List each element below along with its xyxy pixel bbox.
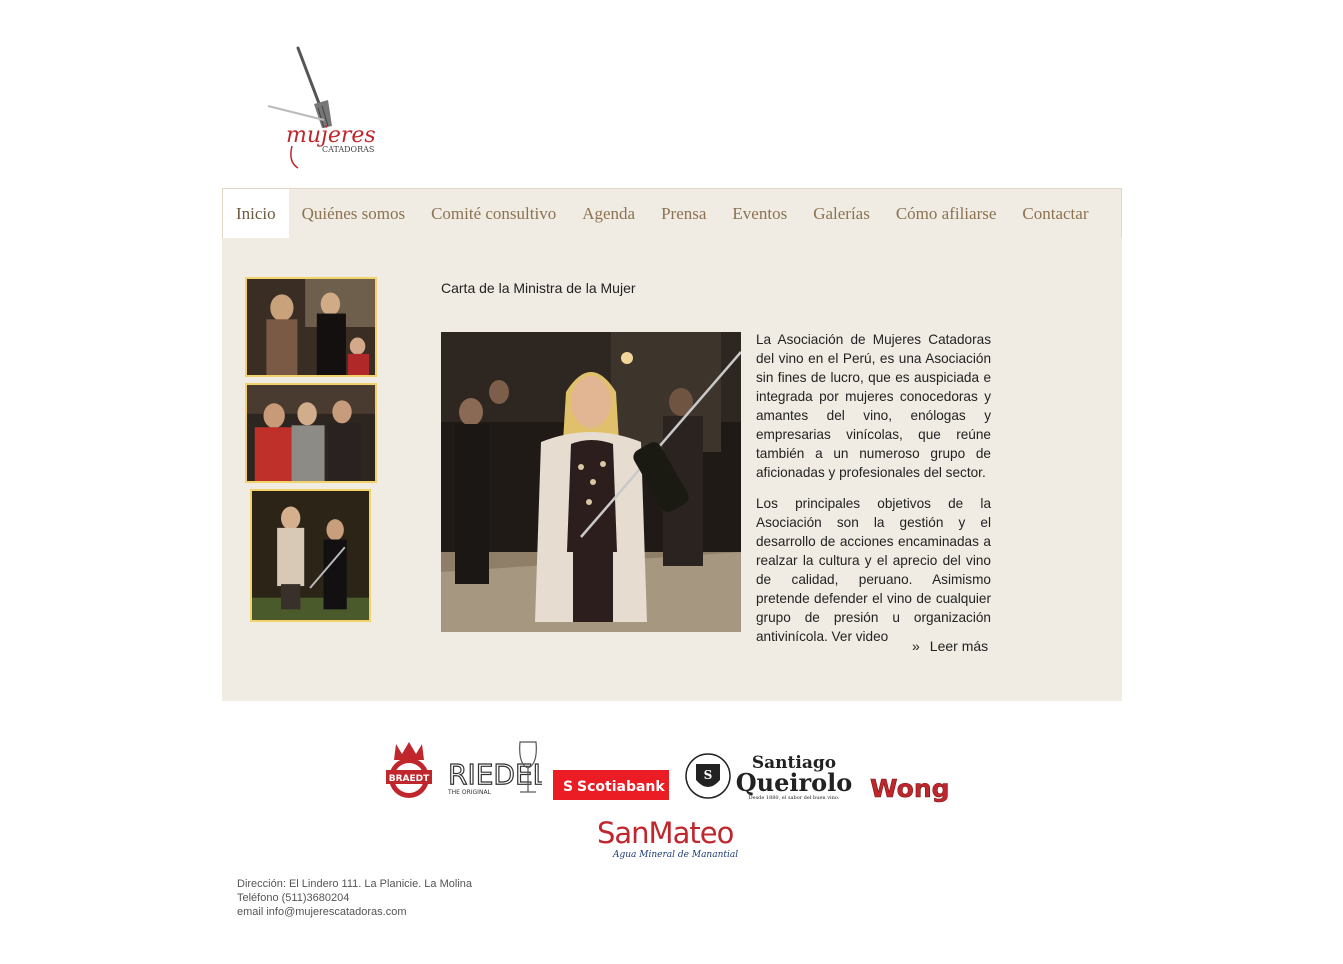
nav-item-prensa[interactable]: Prensa (648, 189, 719, 238)
nav-item-eventos[interactable]: Eventos (719, 189, 800, 238)
wong-logo-icon: Wong (870, 774, 950, 804)
fork-logo-icon: mujeres CATADORAS (267, 46, 376, 169)
scotiabank-logo-icon: S Scotiabank (553, 770, 669, 800)
footer-address: Dirección: El Lindero 111. La Planicie. … (237, 878, 473, 890)
intro-text: La Asociación de Mujeres Catadoras del v… (756, 330, 991, 658)
event-photo-image (252, 491, 369, 620)
news-heading[interactable]: Carta de la Ministra de la Mujer (441, 280, 636, 296)
woman-with-sabre-photo (441, 332, 741, 632)
footer-contact: Dirección: El Lindero 111. La Planicie. … (237, 877, 472, 919)
svg-text:Agua Mineral de Manantial: Agua Mineral de Manantial (612, 850, 738, 860)
svg-text:Queirolo: Queirolo (736, 768, 853, 797)
gallery-thumbnail[interactable] (245, 383, 377, 483)
nav-item-contactar[interactable]: Contactar (1009, 189, 1101, 238)
event-photo-image (247, 385, 375, 481)
svg-text:Desde 1880, el sabor del buen: Desde 1880, el sabor del buen vino. (749, 795, 840, 801)
objectives-paragraph: Los principales objetivos de la Asociaci… (756, 496, 991, 644)
svg-text:BRAEDT: BRAEDT (389, 774, 430, 784)
sponsor-riedel[interactable]: RIEDEL THE ORIGINAL (446, 738, 542, 798)
double-chevron-right-icon: » (912, 638, 920, 654)
intro-paragraph: La Asociación de Mujeres Catadoras del v… (756, 332, 991, 480)
riedel-logo-icon: RIEDEL THE ORIGINAL (447, 741, 542, 796)
nav-item-inicio[interactable]: Inicio (223, 189, 289, 238)
sponsor-san-mateo[interactable]: SanMateo Agua Mineral de Manantial (595, 815, 751, 861)
event-photo-image (247, 279, 375, 375)
svg-text:SanMateo: SanMateo (597, 816, 734, 850)
sponsor-santiago-queirolo[interactable]: S Santiago Queirolo Desde 1880, el sabor… (682, 748, 858, 804)
gallery-thumbnail[interactable] (250, 489, 371, 622)
nav-item-agenda[interactable]: Agenda (569, 189, 648, 238)
svg-text:Scotiabank: Scotiabank (577, 779, 665, 795)
sponsor-wong[interactable]: Wong (868, 772, 964, 804)
sponsor-scotiabank[interactable]: S Scotiabank (553, 770, 669, 800)
svg-text:CATADORAS: CATADORAS (322, 145, 374, 154)
sponsor-braedt[interactable]: BRAEDT (382, 740, 436, 800)
svg-text:THE ORIGINAL: THE ORIGINAL (447, 789, 492, 796)
featured-photo (441, 332, 741, 632)
nav-item-como-afiliarse[interactable]: Cómo afiliarse (883, 189, 1010, 238)
main-nav: Inicio Quiénes somos Comité consultivo A… (222, 188, 1122, 239)
svg-text:S: S (563, 779, 573, 795)
svg-text:S: S (704, 768, 713, 782)
san-mateo-logo-icon: SanMateo Agua Mineral de Manantial (597, 816, 738, 860)
nav-item-galerias[interactable]: Galerías (800, 189, 883, 238)
queirolo-logo-icon: S Santiago Queirolo Desde 1880, el sabor… (685, 753, 853, 801)
gallery-thumbnail[interactable] (245, 277, 377, 377)
read-more-link[interactable]: » Leer más (912, 638, 988, 654)
braedt-logo-icon: BRAEDT (386, 742, 432, 798)
nav-item-quienes-somos[interactable]: Quiénes somos (289, 189, 418, 238)
footer-phone: Teléfono (511)3680204 (237, 892, 350, 904)
footer-email[interactable]: email info@mujerescatadoras.com (237, 905, 472, 919)
read-more-label: Leer más (929, 638, 989, 654)
main-content: Carta de la Ministra de la Mujer La Asoc… (222, 238, 1122, 701)
svg-text:Wong: Wong (870, 774, 950, 803)
site-logo[interactable]: mujeres CATADORAS (262, 42, 382, 174)
nav-item-comite-consultivo[interactable]: Comité consultivo (418, 189, 569, 238)
